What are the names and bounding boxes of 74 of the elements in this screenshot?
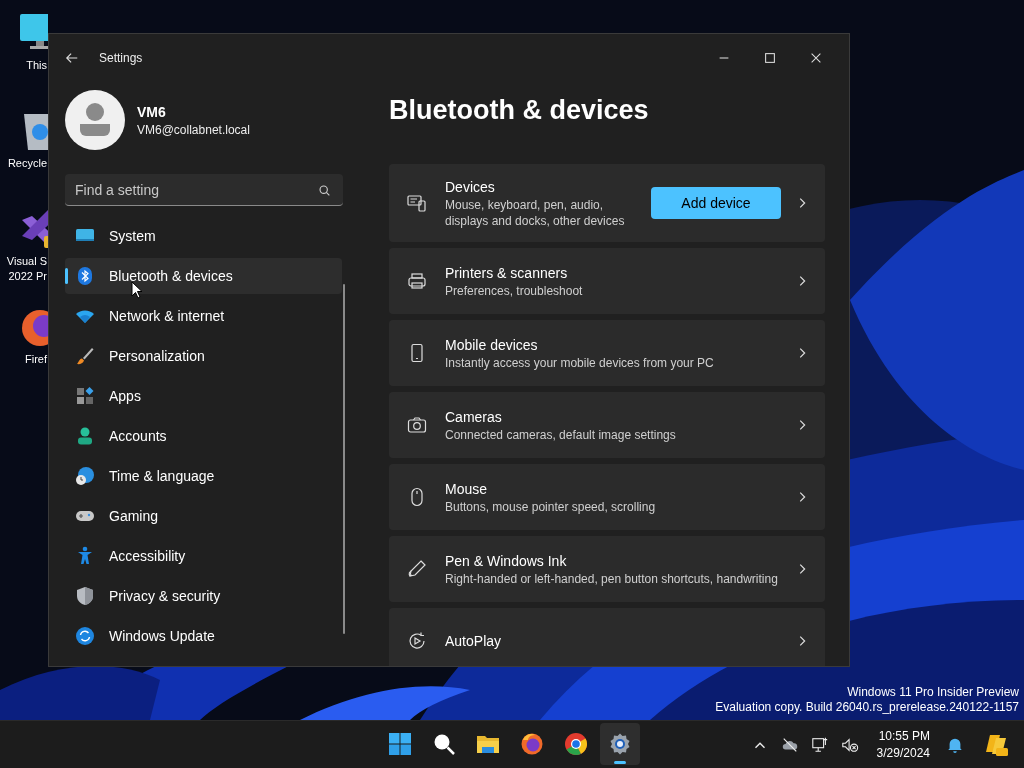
- avatar-icon[interactable]: [65, 90, 125, 150]
- card-description: Preferences, troubleshoot: [445, 282, 584, 299]
- sidebar-item[interactable]: Accessibility: [65, 538, 342, 574]
- brush-icon: [75, 346, 95, 366]
- chevron-right-icon: [797, 562, 807, 576]
- scrollbar[interactable]: [343, 284, 345, 634]
- sidebar-item[interactable]: Privacy & security: [65, 578, 342, 614]
- accounts-icon: [75, 426, 95, 446]
- chevron-right-icon: [797, 490, 807, 504]
- add-device-button[interactable]: Add device: [651, 187, 781, 219]
- card-description: Buttons, mouse pointer speed, scrolling: [445, 498, 657, 515]
- update-icon: [75, 626, 95, 646]
- chevron-right-icon: [797, 418, 807, 432]
- sidebar-item[interactable]: Bluetooth & devices: [65, 258, 342, 294]
- chevron-right-icon: [797, 196, 807, 210]
- volume-muted-icon[interactable]: [840, 735, 859, 754]
- search-icon: [432, 732, 456, 756]
- card-description: Instantly access your mobile devices from your PC: [445, 354, 715, 371]
- time-icon: [75, 466, 95, 486]
- card-title: AutoPlay: [445, 631, 503, 651]
- autoplay-icon: [407, 631, 427, 651]
- settings-card[interactable]: Printers & scanners Preferences, troubleshoot: [389, 248, 825, 314]
- mouse-cursor-icon: [131, 281, 143, 299]
- window-title: Settings: [99, 51, 143, 65]
- sidebar-item[interactable]: Time & language: [65, 458, 342, 494]
- sidebar-item[interactable]: Network & internet: [65, 298, 342, 334]
- card-title: Cameras: [445, 407, 503, 427]
- sidebar-item[interactable]: Windows Update: [65, 618, 342, 654]
- search-field[interactable]: Find a setting: [65, 174, 343, 206]
- settings-card[interactable]: Pen & Windows Ink Right-handed or left-handed, pen button shortcuts, handwriting: [389, 536, 825, 602]
- account-name: VM6: [137, 103, 167, 120]
- keyboard-icon: [407, 193, 427, 213]
- settings-card[interactable]: Devices Mouse, keyboard, pen, audio, displays and docks, other devices Add device: [389, 164, 825, 242]
- settings-card[interactable]: Mobile devices Instantly access your mobile devices from your PC: [389, 320, 825, 386]
- settings-card[interactable]: Mouse Buttons, mouse pointer speed, scrolling: [389, 464, 825, 530]
- chevron-right-icon: [797, 346, 807, 360]
- build-notice: Windows 11 Pro Insider Preview: [847, 685, 1019, 700]
- card-description: displays and docks, other devices: [445, 212, 626, 229]
- camera-icon: [407, 415, 427, 435]
- card-description: Right-handed or left-handed, pen button shortcuts, handwriting: [445, 570, 779, 587]
- card-description: Connected cameras, default image settings: [445, 426, 677, 443]
- taskbar-app-button[interactable]: [600, 723, 640, 765]
- card-title: Devices: [445, 177, 496, 197]
- card-title: Printers & scanners: [445, 263, 569, 283]
- clock[interactable]: 10:55 PM 3/29/2024: [876, 727, 930, 762]
- card-title: Mobile devices: [445, 335, 539, 355]
- card-title: Pen & Windows Ink: [445, 551, 568, 571]
- build-notice: Evaluation copy. Build 26040.rs_prerelease.240122-1157: [715, 700, 1019, 715]
- page-title: Bluetooth & devices: [389, 94, 650, 127]
- chevron-right-icon: [797, 274, 807, 288]
- privacy-icon: [75, 586, 95, 606]
- account-email: VM6@collabnet.local: [137, 122, 250, 137]
- back-icon[interactable]: [65, 51, 79, 65]
- settings-card[interactable]: AutoPlay: [389, 608, 825, 666]
- sidebar-item[interactable]: Gaming: [65, 498, 342, 534]
- card-title: Mouse: [445, 479, 489, 499]
- settings-card[interactable]: Cameras Connected cameras, default image settings: [389, 392, 825, 458]
- sidebar-item[interactable]: Apps: [65, 378, 342, 414]
- pen-icon: [407, 559, 427, 579]
- sidebar-item[interactable]: System: [65, 218, 342, 254]
- maximize-icon[interactable]: [763, 51, 777, 65]
- chrome-ball-icon: [564, 732, 588, 756]
- apps-icon: [75, 386, 95, 406]
- card-description: Mouse, keyboard, pen, audio,: [445, 196, 605, 213]
- close-icon[interactable]: [809, 51, 823, 65]
- sidebar-item[interactable]: Personalization: [65, 338, 342, 374]
- settings-icon: [608, 732, 632, 756]
- chevron-right-icon: [797, 634, 807, 648]
- windows-logo-icon: [388, 732, 412, 756]
- printer-icon: [407, 271, 427, 291]
- bluetooth-icon: [75, 266, 95, 286]
- network-icon[interactable]: [810, 735, 829, 754]
- sidebar-item[interactable]: Accounts: [65, 418, 342, 454]
- search-icon[interactable]: [318, 184, 331, 197]
